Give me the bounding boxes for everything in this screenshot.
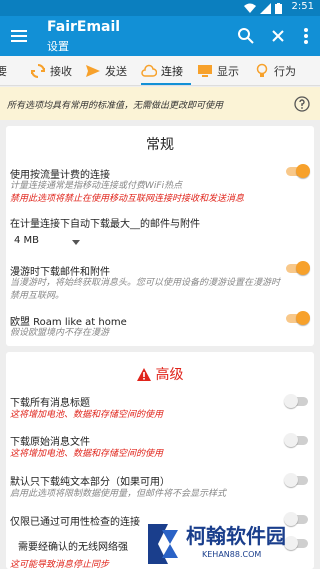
metered-label: 使用按流量计费的连接 bbox=[10, 170, 110, 181]
monitor-icon bbox=[198, 65, 212, 77]
advanced-row-label: 下载所有消息标题 bbox=[10, 398, 90, 409]
tab-summary[interactable]: 要 bbox=[0, 56, 7, 85]
tab-behavior[interactable]: 行为 bbox=[254, 56, 296, 85]
section-title: 常规 bbox=[146, 137, 174, 153]
metered-toggle[interactable] bbox=[284, 164, 310, 178]
app-subtitle: 设置 bbox=[47, 40, 69, 53]
metered-desc: 计量连接通常是指移动连接或付费WiFi热点 bbox=[10, 181, 183, 191]
advanced-row-label: 下载原始消息文件 bbox=[10, 437, 90, 448]
roam-eu-label: 欧盟 Roam like at home bbox=[10, 317, 127, 328]
advanced-row-warning: 这将增加电池、数据和存储空间的使用 bbox=[10, 449, 164, 459]
download-headers-toggle[interactable] bbox=[284, 394, 310, 408]
hint-text: 所有选项均具有常用的标准值，无需做出更改即可使用 bbox=[7, 101, 224, 111]
hamburger-menu-icon[interactable] bbox=[10, 27, 28, 45]
battery-icon bbox=[275, 2, 282, 14]
tab-label: 接收 bbox=[50, 65, 72, 78]
watermark-logo-icon bbox=[148, 524, 178, 564]
cell-signal-icon bbox=[260, 2, 271, 14]
plain-text-toggle[interactable] bbox=[284, 473, 310, 487]
advanced-row-desc: 启用此选项将限制数据使用量，但邮件将不会显示样式 bbox=[10, 489, 227, 499]
roaming-toggle[interactable] bbox=[284, 261, 310, 275]
active-tab-indicator bbox=[141, 83, 191, 85]
download-limit-value: 4 MB bbox=[14, 235, 40, 246]
send-icon bbox=[86, 65, 100, 77]
cloud-icon bbox=[141, 64, 157, 77]
lightbulb-icon bbox=[256, 63, 268, 77]
tab-label: 连接 bbox=[161, 65, 183, 78]
tab-label: 要 bbox=[0, 63, 7, 79]
chevron-down-icon bbox=[72, 240, 80, 245]
tab-label: 行为 bbox=[274, 65, 296, 78]
sync-icon bbox=[31, 64, 45, 78]
warning-triangle-icon bbox=[136, 367, 151, 381]
advanced-title: 高级 bbox=[6, 364, 314, 384]
watermark-subtext: KEHAN88.COM bbox=[202, 550, 262, 559]
search-icon[interactable] bbox=[236, 26, 256, 46]
more-vert-icon[interactable] bbox=[296, 26, 316, 46]
status-icons bbox=[244, 2, 282, 14]
roaming-label: 漫游时下载邮件和附件 bbox=[10, 267, 110, 278]
help-icon[interactable] bbox=[294, 96, 310, 112]
tab-receive[interactable]: 接收 bbox=[30, 56, 72, 85]
status-bar: 2:51 bbox=[0, 0, 320, 16]
tab-label: 显示 bbox=[217, 65, 239, 78]
hint-banner: 所有选项均具有常用的标准值，无需做出更改即可使用 bbox=[0, 87, 320, 120]
roam-eu-desc: 假设欧盟境内不存在漫游 bbox=[10, 328, 110, 338]
advanced-row-warning: 这将增加电池、数据和存储空间的使用 bbox=[10, 410, 164, 420]
general-section: 常规 使用按流量计费的连接 计量连接通常是指移动连接或付费WiFi热点 禁用此选… bbox=[6, 126, 314, 346]
wifi-icon bbox=[244, 3, 256, 13]
tab-connection[interactable]: 连接 bbox=[141, 56, 183, 85]
watermark-text: 柯翰软件园 bbox=[186, 524, 286, 548]
tab-send[interactable]: 发送 bbox=[85, 56, 127, 85]
tab-display[interactable]: 显示 bbox=[197, 56, 239, 85]
download-raw-toggle[interactable] bbox=[284, 433, 310, 447]
watermark: 柯翰软件园 KEHAN88.COM bbox=[138, 518, 320, 569]
advanced-row-label: 仅限已通过可用性检查的连接 bbox=[10, 517, 140, 528]
app-bar: FairEmail 设置 bbox=[0, 16, 320, 56]
tab-label: 发送 bbox=[105, 65, 127, 78]
app-title: FairEmail bbox=[47, 19, 121, 35]
roam-eu-toggle[interactable] bbox=[284, 311, 310, 325]
advanced-row-label: 默认只下载纯文本部分（如果可用） bbox=[10, 477, 170, 488]
close-icon[interactable] bbox=[268, 26, 288, 46]
download-limit-label: 在计量连接下自动下载最大__的邮件与附件 bbox=[10, 219, 200, 230]
advanced-row-label: 需要经确认的无线网络强 bbox=[18, 542, 128, 553]
metered-warning: 禁用此选项将禁止在使用移动互联网连接时接收和发送消息 bbox=[10, 194, 245, 204]
download-limit-select[interactable]: 4 MB bbox=[14, 235, 84, 251]
settings-tabs: 要 接收 发送 连接 显示 行为 bbox=[0, 56, 320, 86]
roaming-desc: 当漫游时，将始终获取消息头。您可以使用设备的漫游设置在漫游时禁用互联网。 bbox=[10, 278, 281, 301]
status-time: 2:51 bbox=[291, 1, 314, 12]
